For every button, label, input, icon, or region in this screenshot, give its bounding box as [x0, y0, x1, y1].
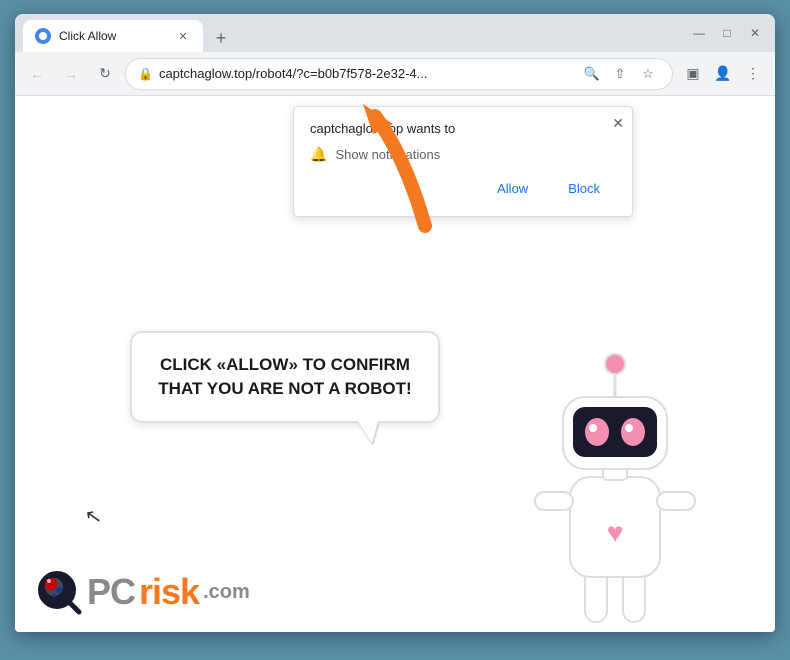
profile-button[interactable]: 👤 [709, 60, 737, 88]
window-controls: — □ ✕ [687, 21, 767, 45]
pcrisk-icon [35, 568, 83, 616]
block-button[interactable]: Block [552, 175, 616, 202]
lock-icon: 🔒 [138, 67, 153, 81]
tab-title: Click Allow [59, 29, 167, 43]
minimize-button[interactable]: — [687, 21, 711, 45]
back-button[interactable]: ← [23, 60, 51, 88]
search-url-button[interactable]: 🔍 [580, 62, 604, 86]
tab-favicon [35, 28, 51, 44]
tab-close-button[interactable]: ✕ [175, 28, 191, 44]
bookmark-button[interactable]: ☆ [636, 62, 660, 86]
url-icon-group: 🔍 ⇧ ☆ [580, 62, 660, 86]
reload-button[interactable]: ↻ [91, 60, 119, 88]
page-content: ✕ captchaglow.top wants to 🔔 Show notifi… [15, 96, 775, 632]
popup-close-button[interactable]: ✕ [612, 115, 624, 132]
forward-button[interactable]: → [57, 60, 85, 88]
robot-illustration: ♥ [515, 332, 715, 632]
title-bar: Click Allow ✕ + — □ ✕ [15, 14, 775, 52]
close-button[interactable]: ✕ [743, 21, 767, 45]
share-button[interactable]: ⇧ [608, 62, 632, 86]
speech-bubble: CLICK «ALLOW» TO CONFIRM THAT YOU ARE NO… [130, 331, 440, 423]
browser-window: Click Allow ✕ + — □ ✕ ← → ↻ 🔒 captchaglo… [15, 14, 775, 632]
risk-text: risk [139, 571, 199, 613]
url-text: captchaglow.top/robot4/?c=b0b7f578-2e32-… [159, 66, 574, 81]
allow-button[interactable]: Allow [481, 175, 544, 202]
url-bar[interactable]: 🔒 captchaglow.top/robot4/?c=b0b7f578-2e3… [125, 58, 673, 90]
toolbar-icons: ▣ 👤 ⋮ [679, 60, 767, 88]
orange-arrow [355, 96, 475, 241]
new-tab-button[interactable]: + [207, 24, 235, 52]
pc-text: PC [87, 571, 135, 613]
address-bar: ← → ↻ 🔒 captchaglow.top/robot4/?c=b0b7f5… [15, 52, 775, 96]
bell-icon: 🔔 [310, 146, 327, 163]
bubble-text: CLICK «ALLOW» TO CONFIRM THAT YOU ARE NO… [156, 353, 414, 401]
tab-area: Click Allow ✕ + [23, 14, 687, 52]
mouse-cursor: ↖ [83, 503, 104, 531]
menu-button[interactable]: ⋮ [739, 60, 767, 88]
maximize-button[interactable]: □ [715, 21, 739, 45]
svg-text:♥: ♥ [607, 517, 624, 548]
pcrisk-logo: PC risk .com [35, 568, 250, 616]
com-text: .com [203, 581, 250, 604]
active-tab[interactable]: Click Allow ✕ [23, 20, 203, 52]
extensions-button[interactable]: ▣ [679, 60, 707, 88]
